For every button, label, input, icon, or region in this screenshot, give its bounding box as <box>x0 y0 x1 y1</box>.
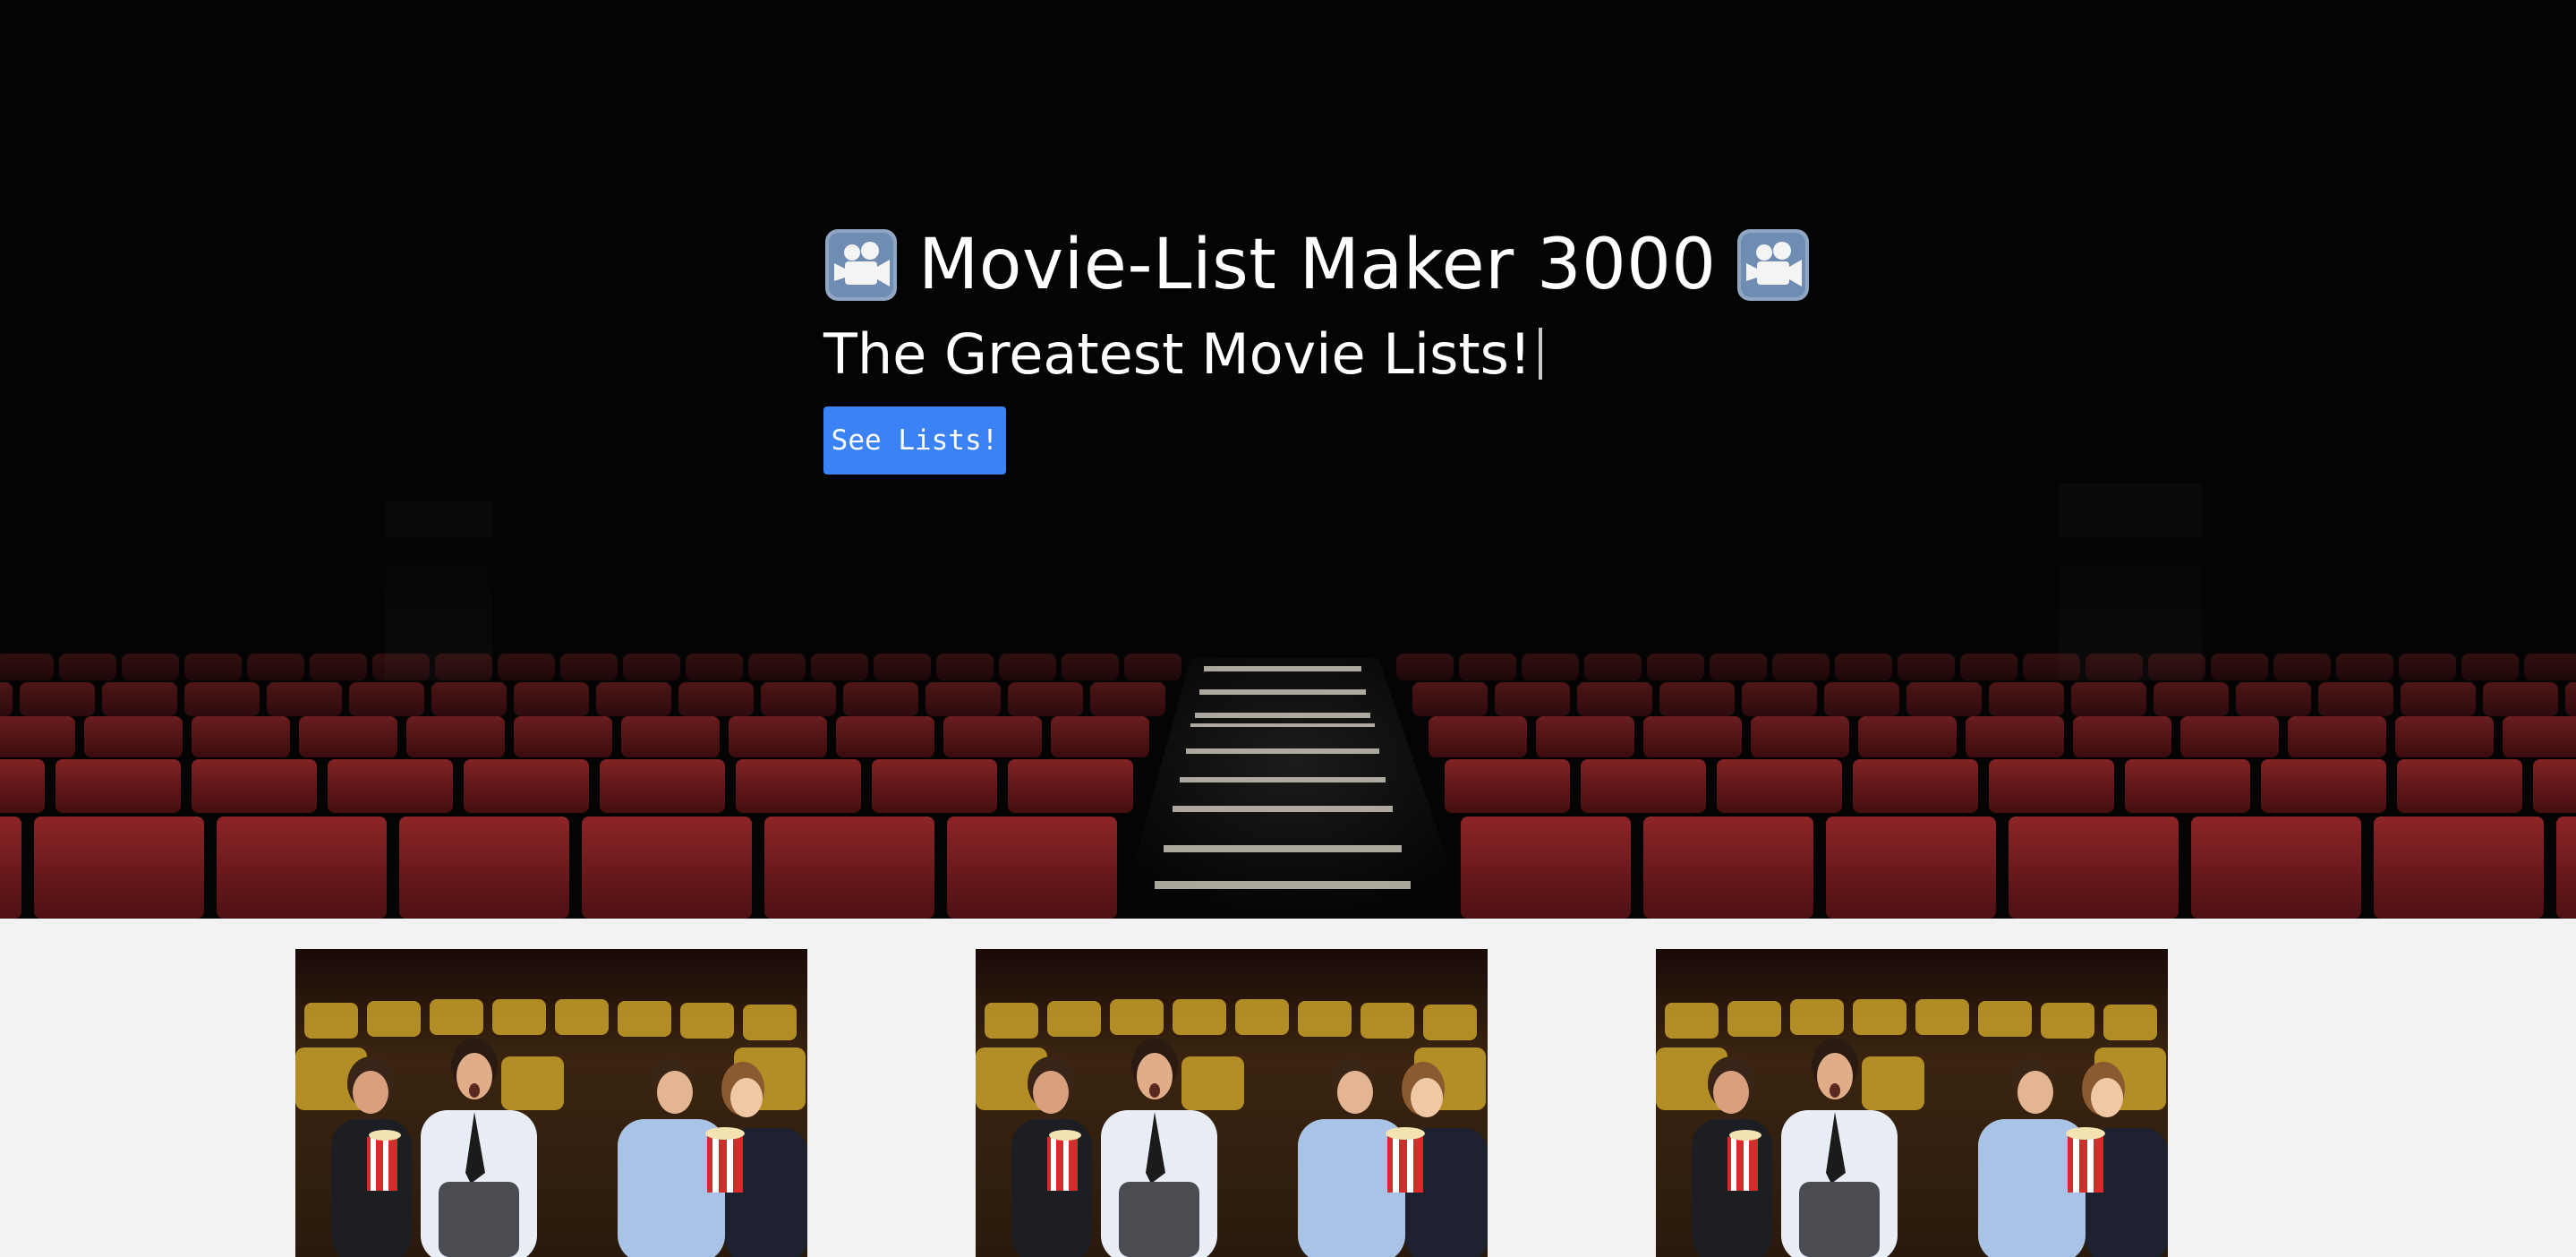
theater-seat <box>217 817 387 919</box>
theater-seat <box>2401 682 2476 716</box>
theater-seat <box>399 817 569 919</box>
hero-content: Movie-List Maker 3000 The Greatest Movie… <box>823 222 1898 475</box>
see-lists-button[interactable]: See Lists! <box>823 406 1006 475</box>
theater-seat <box>1858 716 1957 757</box>
movie-camera-icon <box>825 229 897 301</box>
theater-seat <box>431 682 507 716</box>
theater-seat <box>1643 817 1813 919</box>
theater-seat <box>1966 716 2064 757</box>
theater-seat <box>0 716 75 757</box>
theater-seat <box>761 682 836 716</box>
movie-cards-section <box>0 919 2576 1257</box>
theater-seat <box>2071 682 2146 716</box>
theater-seat <box>678 682 754 716</box>
theater-seat <box>2556 817 2576 919</box>
theater-seat <box>1090 682 1165 716</box>
theater-seat <box>1581 759 1706 813</box>
theater-seat <box>1445 759 1570 813</box>
theater-seat <box>0 759 45 813</box>
theater-seat <box>2395 716 2494 757</box>
theater-seat <box>464 759 589 813</box>
theater-seat <box>2374 817 2544 919</box>
theater-seat <box>2125 759 2250 813</box>
theater-seat <box>843 682 918 716</box>
theater-seat <box>1989 759 2114 813</box>
theater-seat <box>2397 759 2522 813</box>
theater-seat <box>2503 716 2576 757</box>
theater-seat <box>1906 682 1982 716</box>
theater-seat <box>1989 682 2064 716</box>
theater-seat <box>1429 716 1527 757</box>
theater-seat <box>1536 716 1634 757</box>
theater-seat <box>514 682 589 716</box>
theater-seat <box>192 716 290 757</box>
theater-seat <box>947 817 1117 919</box>
theater-seat <box>2154 682 2229 716</box>
theater-seat <box>2318 682 2393 716</box>
theater-seat <box>267 682 342 716</box>
hero-subtitle-text: The Greatest Movie Lists! <box>823 321 1531 387</box>
movie-card-image[interactable] <box>976 949 1488 1257</box>
theater-seat <box>1717 759 1842 813</box>
theater-seat <box>1461 817 1631 919</box>
theater-seat <box>1643 716 1742 757</box>
theater-seat <box>2009 817 2179 919</box>
theater-seat <box>192 759 317 813</box>
theater-seat <box>184 682 260 716</box>
theater-seat <box>102 682 177 716</box>
hero-title: Movie-List Maker 3000 <box>823 222 1898 308</box>
movie-card-image[interactable] <box>1656 949 2168 1257</box>
theater-seat <box>2565 682 2576 716</box>
theater-seat <box>764 817 934 919</box>
theater-seat <box>2288 716 2386 757</box>
theater-seat <box>1495 682 1570 716</box>
theater-seat <box>729 716 827 757</box>
theater-seat <box>2483 682 2558 716</box>
theater-seat <box>20 682 95 716</box>
theater-seat <box>1824 682 1899 716</box>
theater-seat <box>328 759 453 813</box>
theater-seat <box>1008 759 1133 813</box>
theater-seat <box>2236 682 2311 716</box>
theater-seat <box>1412 682 1488 716</box>
theater-seat <box>872 759 997 813</box>
theater-seat <box>1051 716 1149 757</box>
theater-seat <box>514 716 612 757</box>
theater-seat <box>925 682 1001 716</box>
hero-title-text: Movie-List Maker 3000 <box>918 225 1717 305</box>
theater-seat <box>2533 759 2576 813</box>
hero-subtitle: The Greatest Movie Lists! <box>823 319 1898 389</box>
movie-card-image[interactable] <box>295 949 807 1257</box>
theater-seat <box>299 716 397 757</box>
hero-section: Movie-List Maker 3000 The Greatest Movie… <box>0 0 2576 919</box>
movie-camera-icon <box>1737 229 1810 301</box>
theater-seat <box>1577 682 1652 716</box>
theater-seat <box>34 817 204 919</box>
theater-seat <box>736 759 861 813</box>
theater-seat <box>84 716 183 757</box>
theater-seat <box>2073 716 2171 757</box>
theater-seat <box>1659 682 1735 716</box>
theater-seat <box>621 716 720 757</box>
theater-seat <box>1742 682 1817 716</box>
theater-seat <box>596 682 671 716</box>
theater-seat <box>2180 716 2279 757</box>
theater-seat <box>0 817 21 919</box>
typing-cursor <box>1538 328 1542 380</box>
page: Movie-List Maker 3000 The Greatest Movie… <box>0 0 2576 1257</box>
theater-seat <box>600 759 725 813</box>
theater-seat <box>0 682 13 716</box>
theater-seat <box>943 716 1042 757</box>
theater-seat <box>1826 817 1996 919</box>
theater-seat <box>2261 759 2386 813</box>
theater-seat <box>2191 817 2361 919</box>
theater-seat <box>349 682 424 716</box>
theater-seat <box>55 759 181 813</box>
theater-seat <box>406 716 505 757</box>
theater-seat <box>1008 682 1083 716</box>
theater-seat <box>836 716 934 757</box>
theater-seat <box>1853 759 1978 813</box>
theater-seat <box>582 817 752 919</box>
theater-seat <box>1751 716 1849 757</box>
